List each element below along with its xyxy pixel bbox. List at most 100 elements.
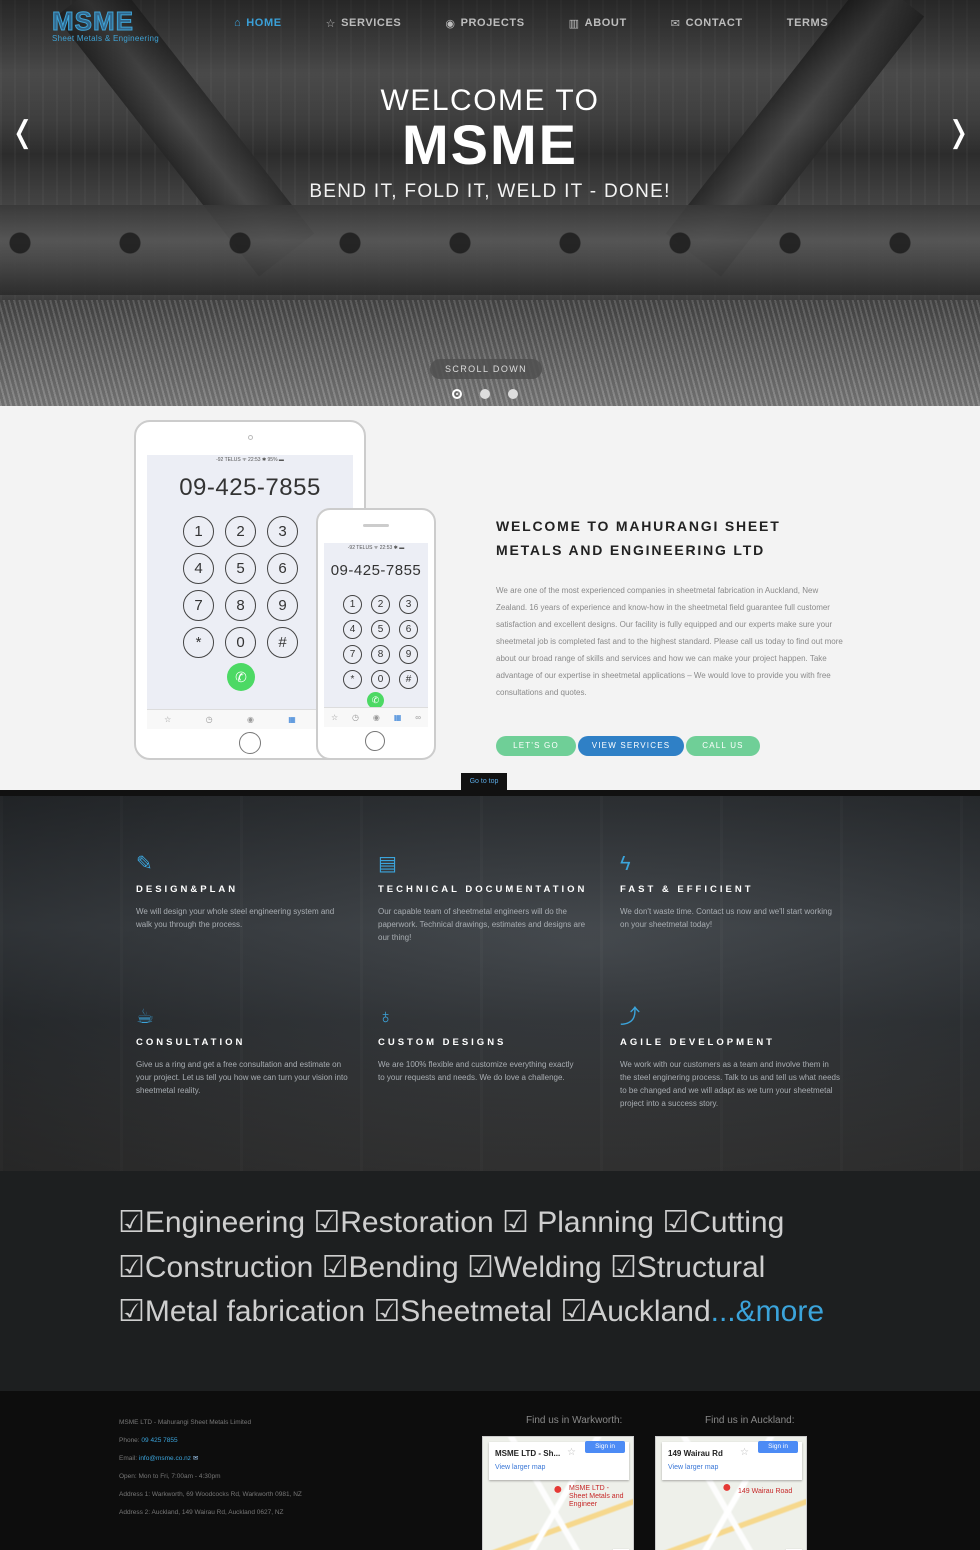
keypad-key: 2 xyxy=(371,595,390,614)
keypad-key: 1 xyxy=(343,595,362,614)
devices-illustration: -92 TELUS ᯤ 22:53 ✱ 95% ▬ 09-425-7855 1 … xyxy=(132,420,442,764)
view-services-button[interactable]: VIEW SERVICES xyxy=(578,736,684,756)
keypad-key: 9 xyxy=(399,645,418,664)
page: MSME Sheet Metals & Engineering ⌂ HOME ☆… xyxy=(0,0,980,1550)
lets-go-button[interactable]: LET'S GO xyxy=(496,736,576,756)
next-slide-arrow-icon[interactable]: ❭ xyxy=(946,118,971,148)
more-link[interactable]: ...&more xyxy=(711,1295,824,1328)
phone-label: Phone: xyxy=(119,1437,142,1444)
map-place-name: 149 Wairau Rd xyxy=(668,1449,723,1458)
features-section: ✎ DESIGN&PLAN We will design your whole … xyxy=(0,796,980,1171)
about-body: We are one of the most experienced compa… xyxy=(496,586,843,697)
feature-design-plan: ✎ DESIGN&PLAN We will design your whole … xyxy=(136,852,346,931)
keypad-key: 4 xyxy=(343,620,362,639)
feature-title: AGILE DEVELOPMENT xyxy=(620,1037,775,1048)
slide-dot-1[interactable] xyxy=(452,389,462,399)
feature-text: We don't waste time. Contact us now and … xyxy=(620,907,832,929)
map-pin-icon: ● xyxy=(722,1479,732,1496)
phone-link[interactable]: 09 425 7855 xyxy=(141,1437,177,1444)
star-icon[interactable]: ☆ xyxy=(567,1447,576,1458)
keywords-line-3-text: ☑Metal fabrication ☑Sheetmetal ☑Auckland xyxy=(118,1295,711,1328)
phone-status-bar: -92 TELUS ᯤ 22:53 ✱ ▬ xyxy=(347,545,405,551)
favorites-icon: ☆ xyxy=(164,715,172,724)
keypad-key: 2 xyxy=(225,516,256,547)
keywords-line-2: ☑Construction ☑Bending ☑Welding ☑Structu… xyxy=(118,1250,766,1284)
feature-fast-efficient: ϟ FAST & EFFICIENT We don't waste time. … xyxy=(620,852,836,931)
view-larger-map-link[interactable]: View larger map xyxy=(668,1464,718,1471)
nav-contact[interactable]: ✉ CONTACT xyxy=(671,13,743,33)
contact-info: MSME LTD - Mahurangi Sheet Metals Limite… xyxy=(119,1414,419,1522)
nav-terms[interactable]: TERMS xyxy=(787,13,829,33)
lightbulb-icon: ♁ xyxy=(378,1006,393,1028)
footer-phone-row: Phone: 09 425 7855 xyxy=(119,1432,419,1450)
tablet-status-bar: -92 TELUS ᯤ 22:53 ✱ 95% ▬ xyxy=(216,457,284,463)
call-us-button[interactable]: CALL US xyxy=(686,736,760,756)
star-icon: ☆ xyxy=(325,17,337,30)
keypad-key: * xyxy=(343,670,362,689)
footer-address-2: Address 2: Auckland, 149 Wairau Rd, Auck… xyxy=(119,1509,284,1516)
map-warkworth[interactable]: MSME LTD - Sh... ☆ View larger map Sign … xyxy=(482,1436,634,1550)
map-place-label: MSME LTD - Sheet Metals and Engineer xyxy=(569,1485,624,1508)
nav-projects[interactable]: ◉ PROJECTS xyxy=(445,13,524,33)
footer-address-1: Address 1: Warkworth, 69 Woodcocks Rd, W… xyxy=(119,1491,302,1498)
nav-projects-label: PROJECTS xyxy=(460,17,525,29)
star-icon[interactable]: ☆ xyxy=(740,1447,749,1458)
about-section: -92 TELUS ᯤ 22:53 ✱ 95% ▬ 09-425-7855 1 … xyxy=(0,406,980,790)
voicemail-icon: ∞ xyxy=(415,713,421,722)
envelope-icon: ✉ xyxy=(670,17,681,30)
scroll-down-button[interactable]: SCROLL DOWN xyxy=(430,359,542,379)
logo-tagline: Sheet Metals & Engineering xyxy=(52,34,159,43)
map-sign-in-button[interactable]: Sign in xyxy=(758,1441,798,1453)
slide-dot-2[interactable] xyxy=(480,389,490,399)
keypad-key: 5 xyxy=(225,553,256,584)
footer: MSME LTD - Mahurangi Sheet Metals Limite… xyxy=(0,1391,980,1550)
book-icon: ▥ xyxy=(568,17,580,30)
footer-email-row: Email: info@msme.co.nz ✉ xyxy=(119,1450,419,1468)
slide-dot-3[interactable] xyxy=(508,389,518,399)
feature-title: CUSTOM DESIGNS xyxy=(378,1037,507,1048)
view-larger-map-link[interactable]: View larger map xyxy=(495,1464,545,1471)
map-place-name: MSME LTD - Sh... xyxy=(495,1449,561,1458)
nav-services[interactable]: ☆ SERVICES xyxy=(326,13,402,33)
phone-phone-number: 09-425-7855 xyxy=(330,562,422,579)
email-icon: ✉ xyxy=(192,1455,199,1462)
nav-terms-label: TERMS xyxy=(786,17,829,29)
about-content: WELCOME TO MAHURANGI SHEET METALS AND EN… xyxy=(496,514,844,701)
tablet-phone-number: 09-425-7855 xyxy=(179,474,321,501)
home-icon: ⌂ xyxy=(234,17,242,29)
feature-text: We work with our customers as a team and… xyxy=(620,1060,840,1108)
map-auckland[interactable]: 149 Wairau Rd ☆ View larger map Sign in … xyxy=(655,1436,807,1550)
contacts-icon: ◉ xyxy=(372,713,380,722)
nav-about[interactable]: ▥ ABOUT xyxy=(569,13,627,33)
email-link[interactable]: info@msme.co.nz xyxy=(139,1455,191,1462)
about-buttons: LET'S GO VIEW SERVICES CALL US xyxy=(496,736,760,756)
nav-home[interactable]: ⌂ HOME xyxy=(234,13,282,33)
prev-slide-arrow-icon[interactable]: ❬ xyxy=(10,118,35,148)
hero-slider: MSME Sheet Metals & Engineering ⌂ HOME ☆… xyxy=(0,0,980,406)
coffee-cup-icon: ☕ xyxy=(136,1006,154,1028)
slide-indicators xyxy=(452,389,536,399)
keypad-key: 3 xyxy=(267,516,298,547)
keypad-icon: ▦ xyxy=(288,715,296,724)
keypad-key: 6 xyxy=(267,553,298,584)
email-label: Email: xyxy=(119,1455,139,1462)
go-to-top-button[interactable]: Go to top xyxy=(461,773,507,790)
keypad-key: 4 xyxy=(183,553,214,584)
lightning-icon: ϟ xyxy=(620,853,631,875)
map-place-label: 149 Wairau Road xyxy=(738,1488,793,1495)
hero-heading: WELCOME TO MSME xyxy=(0,84,980,173)
keypad-key: * xyxy=(183,627,214,658)
design-tools-icon: ✎ xyxy=(136,853,153,875)
map-sign-in-button[interactable]: Sign in xyxy=(585,1441,625,1453)
main-nav: ⌂ HOME ☆ SERVICES ◉ PROJECTS ▥ ABOUT ✉ C… xyxy=(226,13,828,33)
feature-text: Our capable team of sheetmetal engineers… xyxy=(378,907,586,942)
keywords-section: ☑Engineering ☑Restoration ☑ Planning ☑Cu… xyxy=(0,1171,980,1391)
keypad-key: 0 xyxy=(225,627,256,658)
graph-icon: ⤴ xyxy=(620,1006,640,1028)
keypad-key: 7 xyxy=(343,645,362,664)
logo[interactable]: MSME Sheet Metals & Engineering xyxy=(52,8,192,44)
phone-tab-bar: ☆ ◷ ◉ ▦ ∞ xyxy=(324,707,428,727)
map-pin-icon: ● xyxy=(553,1481,563,1498)
footer-company: MSME LTD - Mahurangi Sheet Metals Limite… xyxy=(119,1419,252,1426)
document-icon: ▤ xyxy=(378,853,397,875)
